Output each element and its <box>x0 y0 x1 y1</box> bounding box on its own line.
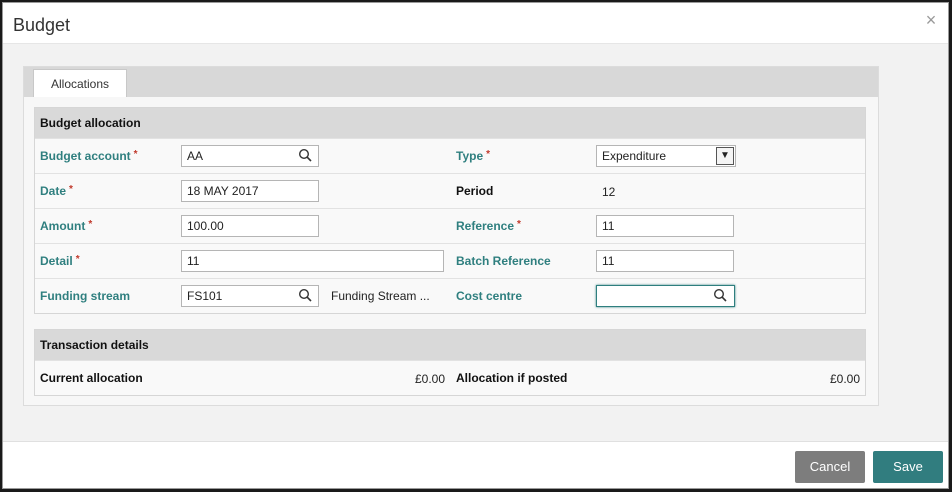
amount-label: Amount * <box>40 219 93 233</box>
type-label: Type * <box>456 149 491 163</box>
batch-reference-label: Batch Reference <box>456 254 551 268</box>
form-row: Amount* Reference* <box>35 208 865 243</box>
section-header-budget-allocation: Budget allocation <box>35 108 865 138</box>
dialog-title: Budget <box>13 15 71 35</box>
allocations-pane: Budget allocation Budget account* Type* … <box>24 97 878 405</box>
detail-input[interactable] <box>181 250 444 272</box>
section-header-transaction-details: Transaction details <box>35 330 865 360</box>
search-icon[interactable] <box>713 288 727 302</box>
transaction-details-section: Transaction details Current allocation £… <box>34 329 866 396</box>
tab-container: Allocations Budget allocation Budget acc… <box>23 66 879 406</box>
current-allocation-value: £0.00 <box>414 372 445 386</box>
budget-allocation-section: Budget allocation Budget account* Type* … <box>34 107 866 314</box>
save-button[interactable]: Save <box>873 451 943 483</box>
allocation-if-posted-value: £0.00 <box>829 372 860 386</box>
footer-divider <box>3 441 948 442</box>
batch-reference-input[interactable] <box>596 250 734 272</box>
amount-input[interactable] <box>181 215 319 237</box>
form-row: Budget account* Type* Expenditure ▼ <box>35 138 865 173</box>
search-icon[interactable] <box>298 288 312 302</box>
period-label: Period <box>456 184 494 198</box>
dialog-body: Allocations Budget allocation Budget acc… <box>3 44 948 441</box>
form-row: Detail* Batch Reference <box>35 243 865 278</box>
search-icon[interactable] <box>298 148 312 162</box>
tab-allocations[interactable]: Allocations <box>33 69 127 98</box>
type-select[interactable]: Expenditure ▼ <box>596 145 736 167</box>
funding-stream-label: Funding stream <box>40 289 131 303</box>
cancel-button[interactable]: Cancel <box>795 451 865 483</box>
cost-centre-label: Cost centre <box>456 289 523 303</box>
date-label: Date * <box>40 184 73 198</box>
form-row: Funding stream Funding Stream ... Cost c… <box>35 278 865 313</box>
budget-account-label: Budget account * <box>40 149 138 163</box>
detail-label: Detail * <box>40 254 80 268</box>
reference-input[interactable] <box>596 215 734 237</box>
type-select-value: Expenditure <box>602 149 667 163</box>
budget-dialog: Budget × Allocations Budget allocation B… <box>2 2 949 489</box>
funding-stream-description: Funding Stream ... <box>331 289 430 303</box>
current-allocation-label: Current allocation <box>40 371 143 385</box>
form-row: Date* Period 12 <box>35 173 865 208</box>
allocation-if-posted-label: Allocation if posted <box>456 371 568 385</box>
reference-label: Reference * <box>456 219 521 233</box>
date-input[interactable] <box>181 180 319 202</box>
tab-strip: Allocations <box>24 67 878 98</box>
chevron-down-icon[interactable]: ▼ <box>716 147 734 165</box>
form-row: Current allocation £0.00 Allocation if p… <box>35 360 865 395</box>
period-value: 12 <box>602 185 616 199</box>
close-icon[interactable]: × <box>922 11 940 29</box>
